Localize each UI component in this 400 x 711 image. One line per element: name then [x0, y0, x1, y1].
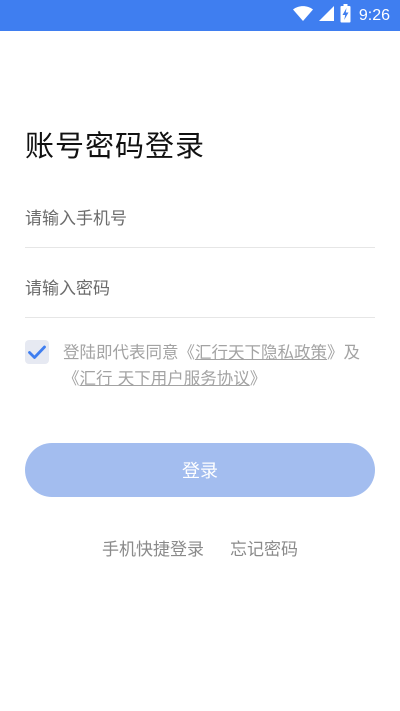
agreement-prefix: 登陆即代表同意《 — [63, 343, 195, 362]
phone-input[interactable] — [25, 191, 375, 247]
login-button[interactable]: 登录 — [25, 443, 375, 497]
privacy-policy-link[interactable]: 汇行天下隐私政策 — [195, 343, 327, 362]
forgot-password-link[interactable]: 忘记密码 — [230, 535, 298, 560]
agreement-suffix: 》 — [249, 369, 267, 388]
wifi-icon — [292, 5, 313, 26]
password-field — [25, 261, 375, 318]
phone-field — [25, 191, 375, 248]
page-title: 账号密码登录 — [25, 129, 206, 163]
agreement-text: 登陆即代表同意《汇行天下隐私政策》及《汇行 天下用户服务协议》 — [63, 340, 383, 392]
alt-links: 手机快捷登录 忘记密码 — [0, 535, 400, 560]
user-agreement-link[interactable]: 汇行 天下用户服务协议 — [80, 369, 250, 388]
quick-login-link[interactable]: 手机快捷登录 — [102, 535, 204, 560]
status-bar: 9:26 — [0, 0, 400, 31]
status-icons: 9:26 — [292, 0, 390, 31]
cellular-icon — [318, 6, 334, 25]
battery-charging-icon — [340, 4, 351, 27]
agreement-checkbox[interactable] — [25, 340, 49, 364]
checkmark-icon — [28, 345, 46, 359]
status-time: 9:26 — [358, 6, 390, 24]
password-input[interactable] — [25, 261, 375, 317]
